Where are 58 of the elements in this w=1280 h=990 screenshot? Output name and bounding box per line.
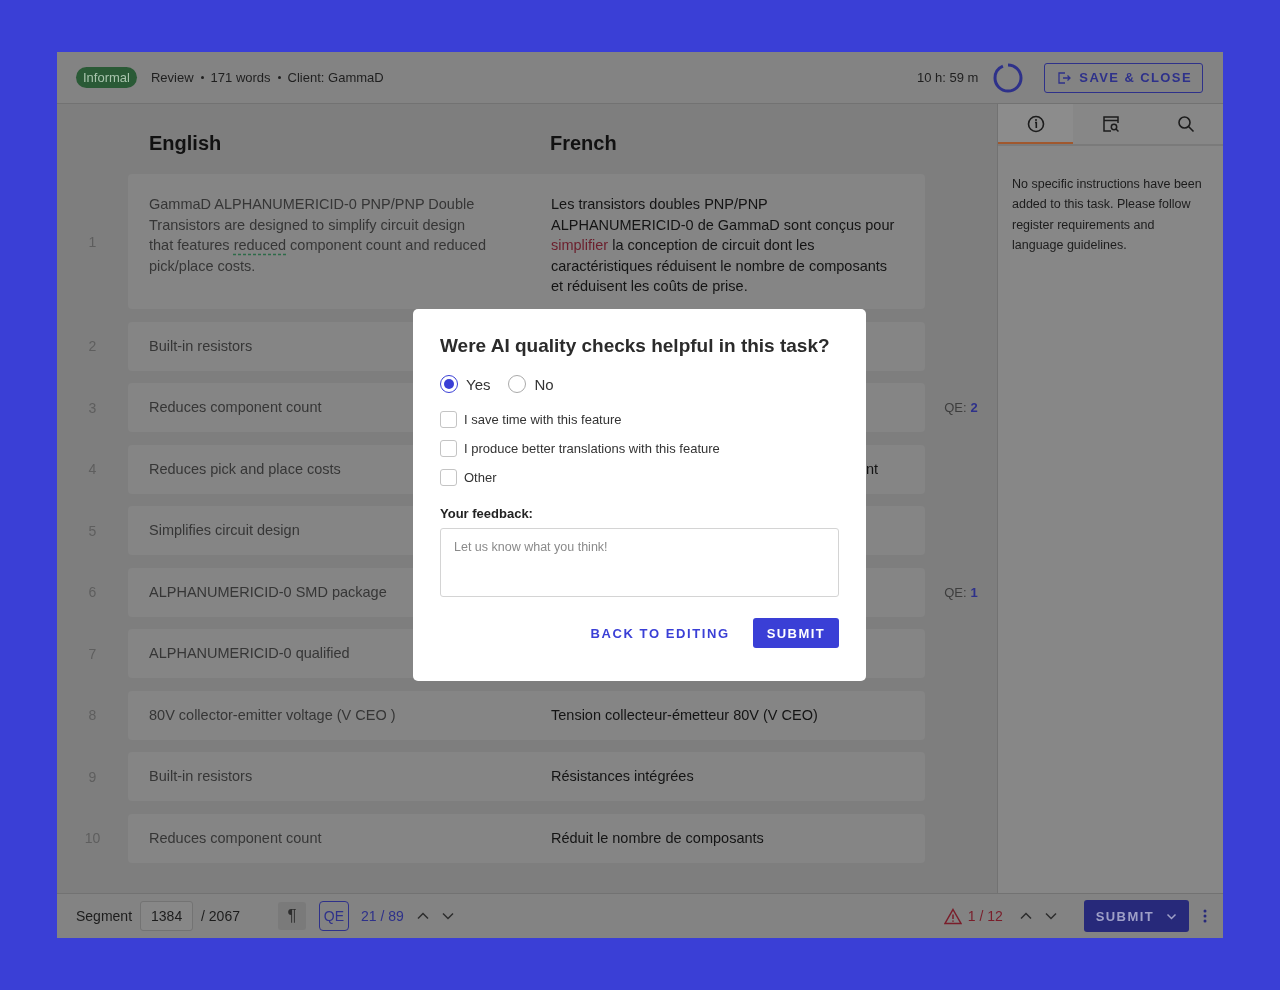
source-text: Built-in resistors: [149, 336, 253, 356]
feedback-field[interactable]: Let us know what you think!: [440, 528, 839, 597]
source-text: Reduces component count: [149, 828, 322, 848]
qe-label: QE:: [944, 400, 967, 415]
checkbox-option[interactable]: Other: [440, 469, 839, 486]
task-info: Review: [150, 70, 194, 85]
source-text: Simplifies circuit design: [149, 521, 300, 541]
column-header: English: [149, 132, 223, 156]
warning-counter: 1 / 12: [967, 908, 1003, 924]
radio-option[interactable]: Yes: [440, 375, 491, 393]
register-badge: Informal: [76, 67, 137, 88]
formatting-toggle[interactable]: ¶: [278, 902, 306, 930]
qe-button[interactable]: QE: [319, 901, 349, 931]
timer-text: 10 h: 59 m: [916, 70, 979, 85]
save-close-button[interactable]: SAVE & CLOSE: [1044, 62, 1203, 93]
source-text: 80V collector-emitter voltage (V CEO ): [149, 705, 396, 725]
warning-icon[interactable]: [943, 907, 962, 925]
column-header: French: [550, 132, 618, 156]
timer-ring: [992, 61, 1025, 94]
segment-field[interactable]: 1384: [140, 901, 194, 931]
submit-button[interactable]: SUBMIT: [752, 618, 839, 648]
qe-counter: 21 / 89: [361, 908, 404, 924]
source-text: Built-in resistors: [149, 767, 253, 787]
target-text: Réduit le nombre de composants: [551, 828, 764, 848]
source-text: ALPHANUMERICID-0 qualified: [149, 644, 350, 664]
qe-label: QE:: [944, 584, 967, 600]
search-icon: [1176, 115, 1195, 133]
target-text: Tension collecteur-émetteur 80V (V CEO): [551, 705, 818, 725]
source-text: GammaD ALPHANUMERICID-0 PNP/PNP Double Transistors are designed to simplify circuit design that features reduced component count and reduced pick/place costs.: [149, 195, 487, 276]
qe-score: 1: [970, 584, 978, 600]
preview-search-icon: [1101, 115, 1120, 133]
source-text: Reduces component count: [149, 398, 322, 418]
segment-total: / 2067: [201, 908, 240, 924]
checkbox-option[interactable]: I produce better translations with this feature: [440, 440, 839, 457]
back-to-editing-button[interactable]: BACK TO EDITING: [590, 625, 730, 641]
submit-button[interactable]: SUBMIT: [1083, 900, 1189, 932]
segment-card[interactable]: 80V collector-emitter voltage (V CEO ) Tension collecteur-émetteur 80V (V CEO): [128, 690, 925, 740]
target-text: nt: [866, 459, 879, 479]
checkbox-option[interactable]: I save time with this feature: [440, 411, 839, 428]
more-icon[interactable]: [1203, 909, 1207, 923]
source-text: ALPHANUMERICID-0 SMD package: [149, 582, 387, 602]
target-text: Les transistors doubles PNP/PNP ALPHANUMERICID-0 de GammaD sont conçus pour simplifier la conception de circuit dont les caractéristiques réduisent le nombre de composants et réduisent les coûts de prise.: [551, 195, 896, 296]
target-text: Résistances intégrées: [551, 767, 694, 787]
segment-card[interactable]: [128, 174, 925, 309]
task-info: Client: GammaD: [287, 70, 384, 85]
info-icon: [1026, 115, 1045, 133]
exit-icon: [1057, 70, 1072, 85]
source-text: Reduces pick and place costs: [149, 459, 341, 479]
dialog-title: Were AI quality checks helpful in this task?: [440, 335, 831, 357]
segment-label: Segment: [76, 908, 133, 924]
feedback-label: Your feedback:: [440, 506, 534, 521]
segment-card[interactable]: Reduces component count Réduit le nombre de composants: [128, 813, 925, 863]
qe-score: 2: [970, 400, 978, 415]
panel-tab[interactable]: [998, 104, 1073, 144]
task-info: 171 words: [210, 70, 271, 85]
radio-option[interactable]: No: [508, 375, 554, 393]
instructions-text: No specific instructions have been added to this task. Please follow register requirements and language guidelines.: [1011, 175, 1203, 254]
segment-card[interactable]: Built-in resistors Résistances intégrées: [128, 752, 925, 801]
